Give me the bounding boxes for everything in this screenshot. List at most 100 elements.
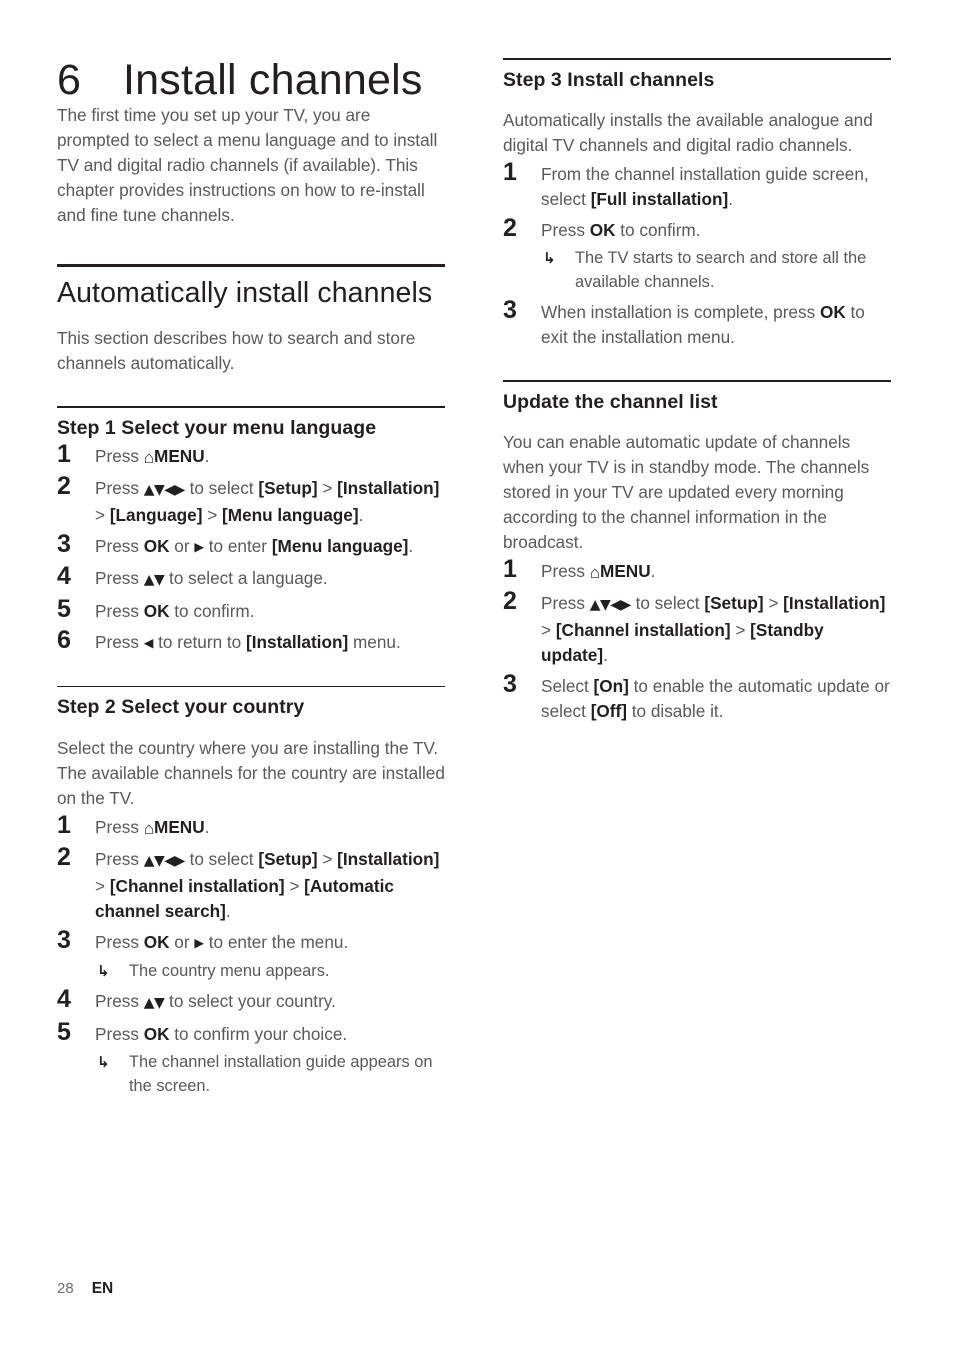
step2-list: 1 Press ⌂MENU. 2 Press ▲▼◀▶ to select [Setu… <box>57 811 445 1098</box>
right-column: Step 3 Install channels Automatically in… <box>503 0 891 724</box>
left-column: 6 Install channels The first time you se… <box>57 0 445 1098</box>
step-text-run: to select a language. <box>164 567 328 588</box>
step-item: 1 Press ⌂MENU. <box>57 440 445 470</box>
navigation-arrows-icon: ▲▼◀▶ <box>143 481 186 498</box>
step-item: 3 Select [On] to enable the automatic upd… <box>503 670 891 724</box>
step-text-run: to return to <box>153 631 247 652</box>
step-text-run: > <box>763 592 784 613</box>
step-text: Press ▲▼◀▶ to select [Setup] > [Installa… <box>95 476 445 528</box>
arrow-icon: ▶ <box>194 538 204 554</box>
menu-keyword: [Setup] <box>258 848 318 869</box>
step-results: ↳ The country menu appears. <box>95 959 445 983</box>
menu-keyword: MENU <box>154 816 205 837</box>
step-text-run: Press <box>541 592 590 613</box>
step-text-run: > <box>284 875 305 896</box>
step-text-run: to select <box>184 848 259 869</box>
step-text-run: Press <box>95 990 144 1011</box>
step-results: ↳ The channel installation guide appears … <box>95 1050 445 1098</box>
step-text: From the channel installation guide scre… <box>541 162 891 212</box>
result-text: The TV starts to search and store all th… <box>575 248 867 291</box>
menu-keyword: [Menu language] <box>222 504 359 525</box>
step-number: 3 <box>503 669 517 698</box>
step-item: 5 Press OK to confirm. <box>57 595 445 624</box>
step-text: Press OK to confirm. <box>95 599 445 624</box>
step-text-run: . <box>603 644 608 665</box>
step-text-run: to disable it. <box>626 700 724 721</box>
subsection-rule-step1 <box>57 405 445 408</box>
step-text-run: > <box>317 477 338 498</box>
subsection-title-step2: Step 2 Select your country <box>57 696 305 719</box>
step-item: 2 Press ▲▼◀▶ to select [Setup] > [Install… <box>503 587 891 668</box>
menu-keyword: OK <box>143 535 170 556</box>
step-text: Press ⌂MENU. <box>541 559 891 585</box>
step-number: 5 <box>57 594 71 623</box>
arrow-icon: ◀ <box>143 634 154 650</box>
menu-keyword: [Full installation] <box>590 188 729 209</box>
arrow-icon: ▶ <box>194 934 204 950</box>
navigation-arrows-icon: ▲▼◀▶ <box>143 852 186 869</box>
step1-list: 1 Press ⌂MENU. 2 Press ▲▼◀▶ to select [Setu… <box>57 440 445 656</box>
home-icon: ⌂ <box>589 562 600 583</box>
step-text: When installation is complete, press OK … <box>541 300 891 350</box>
chapter-heading: 6 Install channels <box>57 57 445 103</box>
step-text-run: to confirm. <box>169 600 255 621</box>
step-text-run: . <box>225 900 231 921</box>
menu-keyword: [Language] <box>109 504 203 525</box>
menu-keyword: [Off] <box>590 700 627 721</box>
section-title-automatic-install: Automatically install channels <box>57 277 433 310</box>
step-number: 3 <box>57 925 71 954</box>
step-text-run: Select <box>541 675 594 696</box>
menu-keyword: [Channel installation] <box>555 619 731 640</box>
step-text-run: > <box>202 504 223 525</box>
step-text-run: > <box>541 619 556 640</box>
step-text-run: Press <box>95 567 144 588</box>
step-number: 2 <box>503 213 517 242</box>
result-item: ↳ The country menu appears. <box>95 959 445 983</box>
subsection-title-step1: Step 1 Select your menu language <box>57 416 377 439</box>
subsection-title-step3: Step 3 Install channels <box>503 68 715 91</box>
footer-language-code: EN <box>91 1280 114 1297</box>
menu-keyword: [Installation] <box>337 848 440 869</box>
document-page: 6 Install channels The first time you se… <box>0 0 954 1349</box>
menu-keyword: OK <box>143 931 170 952</box>
result-arrow-icon: ↳ <box>97 1052 110 1071</box>
menu-keyword: OK <box>819 301 846 322</box>
step-number: 4 <box>57 984 71 1013</box>
navigation-arrows-icon: ▲▼◀▶ <box>589 596 632 613</box>
section-rule <box>57 264 445 268</box>
step-item: 5 Press OK to confirm your choice. ↳ The ch… <box>57 1018 445 1098</box>
step-item: 6 Press ◀ to return to [Installation] men… <box>57 626 445 656</box>
step-number: 2 <box>57 471 71 500</box>
step-text-run: Press <box>541 560 590 581</box>
step-results: ↳ The TV starts to search and store all t… <box>541 246 891 294</box>
menu-keyword: [On] <box>593 675 629 696</box>
step-item: 3 Press OK or ▶ to enter [Menu language]. <box>57 530 445 560</box>
step-text: Press OK or ▶ to enter the menu. <box>95 930 445 956</box>
update-list: 1 Press ⌂MENU. 2 Press ▲▼◀▶ to select [Setu… <box>503 555 891 724</box>
step-text-run: > <box>317 848 338 869</box>
step-text-run: > <box>95 504 110 525</box>
step-text: Press ▲▼ to select a language. <box>95 566 445 593</box>
step-item: 3 Press OK or ▶ to enter the menu. ↳ The co… <box>57 926 445 983</box>
menu-keyword: OK <box>589 219 616 240</box>
step-text: Press ▲▼◀▶ to select [Setup] > [Installa… <box>541 591 891 668</box>
step-text-run: . <box>204 816 210 837</box>
menu-keyword: MENU <box>600 560 651 581</box>
result-item: ↳ The channel installation guide appears … <box>95 1050 445 1098</box>
menu-keyword: OK <box>143 600 170 621</box>
result-text: The channel installation guide appears o… <box>129 1052 433 1095</box>
step-text: Press ▲▼◀▶ to select [Setup] > [Installa… <box>95 847 445 924</box>
result-arrow-icon: ↳ <box>543 248 556 267</box>
menu-keyword: [Channel installation] <box>109 875 285 896</box>
step3-intro-paragraph: Automatically installs the available ana… <box>503 109 873 155</box>
step-item: 2 Press ▲▼◀▶ to select [Setup] > [Install… <box>57 472 445 528</box>
navigation-arrows-icon: ▲▼ <box>143 994 165 1011</box>
step-text-run: Press <box>95 600 144 621</box>
chapter-intro-paragraph: The first time you set up your TV, you a… <box>57 105 438 226</box>
step-number: 4 <box>57 561 71 590</box>
step-number: 1 <box>57 439 71 468</box>
menu-keyword: MENU <box>154 445 205 466</box>
home-icon: ⌂ <box>143 447 154 468</box>
step-item: 1 Press ⌂MENU. <box>503 555 891 585</box>
step-item: 2 Press ▲▼◀▶ to select [Setup] > [Install… <box>57 843 445 924</box>
